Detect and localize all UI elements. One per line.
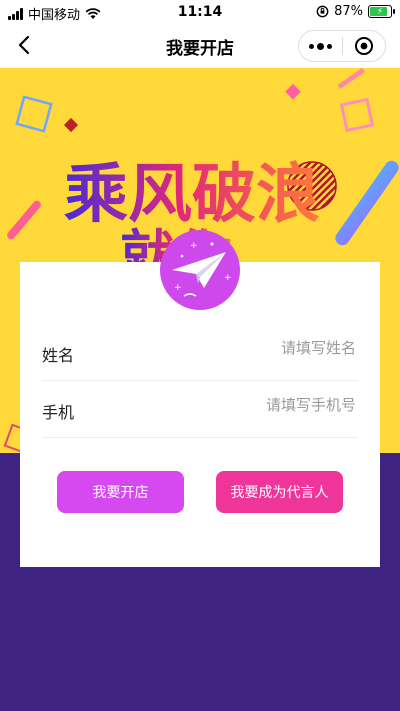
more-options-icon[interactable] [299, 42, 342, 50]
phone-row: 手机 [42, 381, 358, 438]
spokesperson-button[interactable]: 我要成为代言人 [216, 471, 343, 513]
phone-label: 手机 [42, 403, 75, 422]
phone-input[interactable] [154, 395, 358, 415]
svg-text:+: + [224, 273, 232, 283]
name-row: 姓名 [42, 324, 358, 381]
orientation-lock-icon [316, 5, 329, 18]
banner-headline-line1: 乘风破浪 [64, 157, 320, 232]
mini-program-capsule [298, 30, 386, 62]
battery-icon: ⚡ [368, 5, 395, 18]
status-right: 87% ⚡ [316, 4, 395, 19]
name-label: 姓名 [42, 346, 75, 365]
svg-text:+: + [190, 241, 198, 251]
close-mini-program-icon[interactable] [343, 36, 385, 56]
open-shop-button[interactable]: 我要开店 [57, 471, 184, 513]
paper-plane-badge: + + + [160, 230, 240, 310]
svg-text:+: + [174, 283, 182, 293]
nav-bar: 我要开店 [0, 24, 400, 68]
battery-percent: 87% [334, 4, 363, 19]
paper-plane-icon: + + + [172, 241, 232, 297]
name-input[interactable] [154, 338, 358, 358]
status-bar: 中国移动 11:14 87% ⚡ [0, 0, 400, 24]
